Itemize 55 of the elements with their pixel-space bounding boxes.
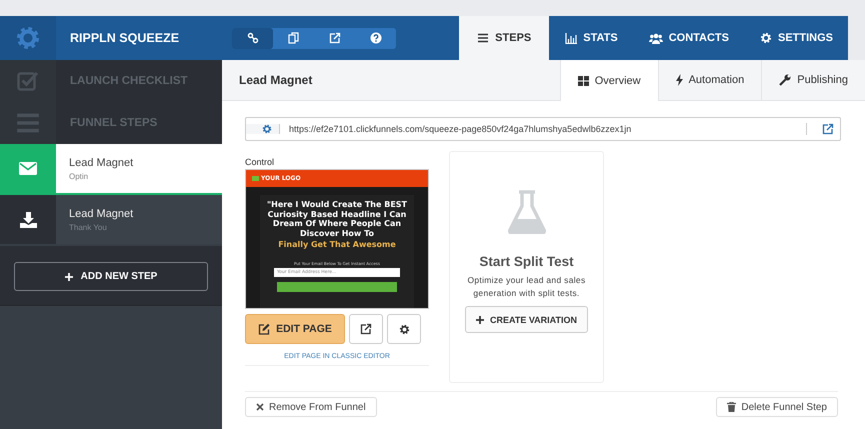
- step-type: Optin: [69, 172, 90, 180]
- funnel-title: RIPPLN SQUEEZE: [69, 30, 180, 47]
- url-field[interactable]: https://ef2e7101.clickfunnels.com/squeeze-page850vf24ga7hlumshya5edwlb6zzex1jn: [245, 117, 841, 141]
- menu-icon: [477, 32, 490, 44]
- preview-subheadline: Finally Get That Awesome: [278, 240, 396, 249]
- download-icon: [20, 212, 36, 228]
- page-tab[interactable]: Publishing: [761, 60, 865, 100]
- flask-icon: [508, 190, 546, 234]
- page-tab[interactable]: Overview: [560, 60, 658, 101]
- settings-icon: [262, 124, 272, 134]
- grid-icon: [578, 76, 589, 86]
- step-title: Lead Magnet: [69, 208, 134, 220]
- users-icon: [648, 32, 663, 44]
- footer-button[interactable]: Delete Funnel Step: [716, 397, 838, 417]
- step-title: Lead Magnet: [69, 156, 134, 168]
- bar-chart-icon: [565, 32, 578, 44]
- url-text: https://ef2e7101.clickfunnels.com/squeeze-page850vf24ga7hlumshya5edwlb6zzex1jn: [288, 124, 632, 134]
- page-tab[interactable]: Automation: [658, 60, 762, 100]
- plus-icon: [476, 316, 484, 324]
- preview-headline: "Here I Would Create The BEST Curiosity Based Headline I Can Dream Of Where People Can Discover How To: [266, 200, 408, 238]
- page-title: Lead Magnet: [238, 73, 314, 87]
- edit-page-button[interactable]: EDIT PAGE: [245, 314, 345, 344]
- nav-tab[interactable]: CONTACTS: [632, 16, 744, 60]
- wrench-icon: [779, 74, 792, 86]
- logo-icon: [252, 176, 259, 181]
- step-type: Thank You: [69, 222, 108, 232]
- nav-tab[interactable]: SETTINGS: [744, 16, 848, 60]
- funnel-step[interactable]: Lead Magnet Thank You: [0, 195, 222, 244]
- close-icon: [256, 403, 264, 411]
- help-icon: [370, 32, 382, 44]
- plus-icon: [64, 272, 73, 280]
- settings-icon: [760, 32, 772, 44]
- open-page-button[interactable]: [349, 314, 383, 344]
- add-step-button[interactable]: ADD NEW STEP: [14, 262, 208, 291]
- nav-tab[interactable]: STATS: [549, 16, 633, 60]
- split-test-description: Optimize your lead and sales generation with split tests.: [466, 274, 586, 300]
- nav-tab[interactable]: STEPS: [459, 16, 550, 60]
- edit-icon: [258, 323, 270, 335]
- settings-icon: [398, 324, 410, 334]
- envelope-icon: [19, 162, 37, 175]
- external-link-icon: [822, 123, 834, 135]
- toolbar-button[interactable]: [232, 28, 273, 48]
- create-variation-button[interactable]: CREATE VARIATION: [465, 306, 588, 333]
- checkbox-icon: [17, 70, 39, 92]
- control-label: Control: [245, 157, 276, 167]
- copy-icon: [288, 32, 300, 44]
- external-link-icon: [360, 323, 372, 335]
- external-link-icon: [328, 32, 340, 44]
- settings-button[interactable]: [387, 314, 421, 344]
- footer-button[interactable]: Remove From Funnel: [245, 397, 377, 417]
- link-icon: [246, 32, 258, 44]
- trash-icon: [727, 402, 736, 412]
- settings-icon: [15, 25, 41, 51]
- split-test-title: Start Split Test: [479, 254, 574, 269]
- lightning-icon: [676, 74, 683, 86]
